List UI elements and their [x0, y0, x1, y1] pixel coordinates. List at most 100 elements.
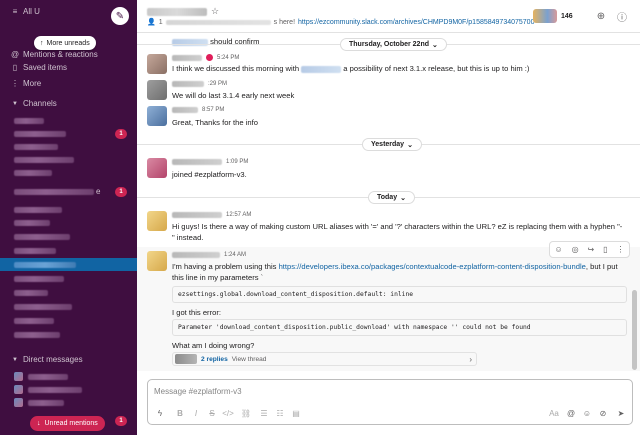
- topic-link[interactable]: https://ezcommunity.slack.com/archives/C…: [298, 19, 534, 26]
- members-button[interactable]: 146: [533, 9, 573, 23]
- sidebar: ≡ All U ✎ ↑ More unreads @ Mentions & re…: [0, 0, 137, 435]
- message-text: I got this error:: [172, 308, 221, 317]
- arrow-up-icon: ↑: [40, 39, 44, 47]
- blurred-channel-name: [14, 261, 76, 268]
- blurred-channel-name: [14, 289, 48, 296]
- unread-badge: 1: [115, 128, 127, 139]
- avatar[interactable]: [147, 106, 167, 126]
- message-meta: 5:24 PM: [172, 54, 239, 61]
- message-meta: 1:24 AM: [172, 252, 246, 258]
- bookmark-icon[interactable]: ▯: [603, 245, 607, 254]
- message-meta: 1:09 PM: [172, 159, 248, 165]
- channel-item-active[interactable]: [0, 258, 137, 271]
- message-input[interactable]: [154, 384, 624, 398]
- caret-down-icon: ▼: [12, 100, 18, 107]
- lightning-icon[interactable]: ϟ: [154, 407, 166, 419]
- blurred-name: [172, 54, 202, 61]
- channel-item[interactable]: 1: [0, 127, 137, 140]
- share-icon[interactable]: ↪: [588, 245, 595, 254]
- mention-icon[interactable]: @: [565, 407, 577, 419]
- blurred-dm-name: [28, 386, 82, 393]
- channel-name-fragment: e: [96, 187, 101, 196]
- dm-item[interactable]: [0, 370, 137, 383]
- chevron-down-icon: ⌄: [407, 141, 413, 149]
- blurred-channel-name: [14, 275, 64, 282]
- strikethrough-button[interactable]: S: [206, 407, 218, 419]
- code-block-icon[interactable]: ▤: [290, 407, 302, 419]
- emoji-icon[interactable]: ☺: [581, 407, 593, 419]
- member-icon: 👤: [147, 19, 156, 26]
- dm-item[interactable]: [0, 396, 137, 409]
- chevron-down-icon: ⌄: [432, 41, 438, 49]
- channel-item[interactable]: [0, 203, 137, 216]
- channels-section-toggle[interactable]: ▼ Channels: [0, 97, 137, 110]
- code-button[interactable]: </>: [222, 407, 234, 419]
- message-text: Hi guys! Is there a way of making custom…: [172, 222, 623, 242]
- channel-item[interactable]: [0, 216, 137, 229]
- channel-item[interactable]: [0, 114, 137, 127]
- reply-in-thread-icon[interactable]: ◎: [572, 245, 579, 254]
- add-reaction-icon[interactable]: ☺: [554, 245, 562, 254]
- message-text: We will do last 3.1.4 early next week: [172, 91, 295, 100]
- channel-item[interactable]: [0, 244, 137, 257]
- dm-section-toggle[interactable]: ▼ Direct messages: [0, 353, 137, 366]
- channel-item[interactable]: [0, 153, 137, 166]
- bookmark-icon: ▯: [12, 63, 18, 72]
- message-list: should confirm Thursday, October 22nd ⌄ 5…: [137, 34, 640, 372]
- channel-item[interactable]: e1: [0, 185, 137, 198]
- send-icon[interactable]: ➤: [615, 407, 627, 419]
- reply-avatars: [175, 354, 197, 364]
- compose-icon: ✎: [115, 10, 125, 22]
- channel-item[interactable]: [0, 300, 137, 313]
- scrollbar[interactable]: [632, 290, 637, 370]
- star-icon[interactable]: ☆: [211, 6, 219, 17]
- date-pill[interactable]: Thursday, October 22nd ⌄: [340, 38, 447, 51]
- compose-button[interactable]: ✎: [111, 7, 129, 25]
- avatar[interactable]: [147, 158, 167, 178]
- date-pill[interactable]: Today ⌄: [368, 191, 415, 204]
- channel-item[interactable]: [0, 140, 137, 153]
- channel-item[interactable]: [0, 328, 137, 341]
- sidebar-item-mentions[interactable]: @ Mentions & reactions: [0, 48, 137, 61]
- thread-replies[interactable]: 2 replies View thread ›: [172, 352, 477, 366]
- sidebar-item-more[interactable]: ⋮ More: [0, 77, 137, 90]
- channel-item[interactable]: [0, 314, 137, 327]
- avatar[interactable]: [147, 54, 167, 74]
- blurred-channel-name: [14, 206, 62, 213]
- bulleted-list-icon[interactable]: ☷: [274, 407, 286, 419]
- message-text: Great, Thanks for the info: [172, 118, 258, 127]
- channel-title[interactable]: ☆: [147, 6, 219, 17]
- ordered-list-icon[interactable]: ☰: [258, 407, 270, 419]
- caret-down-icon: ▼: [12, 356, 18, 363]
- channel-item[interactable]: [0, 286, 137, 299]
- link-icon[interactable]: ⛓: [240, 407, 252, 419]
- add-member-icon[interactable]: ⊕: [594, 9, 608, 23]
- blurred-channel-name: [14, 303, 72, 310]
- sidebar-item-saved[interactable]: ▯ Saved items: [0, 61, 137, 74]
- bold-button[interactable]: B: [174, 407, 186, 419]
- blurred-name: [172, 107, 198, 113]
- unread-mentions-button[interactable]: ↓ Unread mentions: [30, 416, 105, 431]
- avatar[interactable]: [147, 211, 167, 231]
- at-icon: @: [10, 50, 20, 59]
- attach-icon[interactable]: ⊘: [597, 407, 609, 419]
- channel-item[interactable]: [0, 230, 137, 243]
- message-actions: ☺ ◎ ↪ ▯ ⋮: [549, 241, 630, 258]
- code-block: ezsettings.global.download_content_dispo…: [172, 286, 627, 303]
- dm-item[interactable]: [0, 383, 137, 396]
- channel-item[interactable]: [0, 166, 137, 179]
- avatar[interactable]: [147, 251, 167, 271]
- avatar[interactable]: [147, 80, 167, 100]
- blurred-dm-name: [28, 373, 68, 380]
- channel-item[interactable]: [0, 272, 137, 285]
- more-actions-icon[interactable]: ⋮: [616, 245, 624, 254]
- formatting-toggle[interactable]: Aa: [546, 407, 562, 419]
- all-unreads-icon: ≡: [12, 7, 18, 16]
- info-icon[interactable]: ⓘ: [615, 9, 629, 24]
- main-panel: ☆ 👤 1 s here! https://ezcommunity.slack.…: [137, 0, 640, 435]
- blurred-channel-name: [14, 169, 52, 176]
- date-pill[interactable]: Yesterday ⌄: [362, 138, 422, 151]
- message-link[interactable]: https://developers.ibexa.co/packages/con…: [279, 262, 586, 271]
- blurred-channel-name: [14, 143, 58, 150]
- italic-button[interactable]: I: [190, 407, 202, 419]
